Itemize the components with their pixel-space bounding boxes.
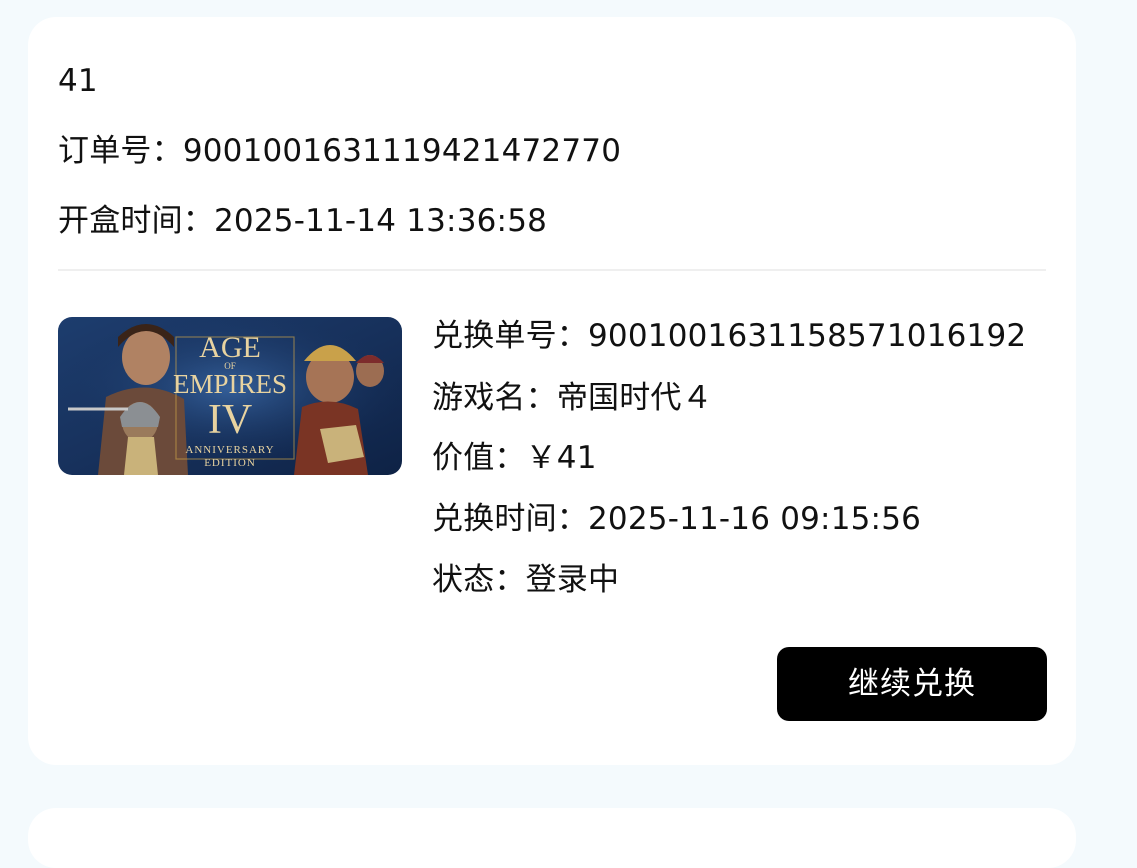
cover-subtitle-anniversary: ANNIVERSARY [185,444,274,456]
next-order-card [28,808,1076,868]
status-value: 登录中 [525,562,620,598]
order-number-value: 90010016311194214727​70 [182,133,622,169]
status-label: 状态： [432,562,526,598]
open-time-label: 开盒时间： [58,203,214,239]
open-time-value: 2025-11-14 13:36:58 [214,203,548,239]
redeem-time-row: 兑换时间：2025-11-16 09:15:56 [432,499,921,539]
status-row: 状态：登录中 [432,560,619,600]
game-name-label: 游戏名： [432,380,557,416]
game-name-value: 帝国时代４ [556,380,713,416]
open-time-row: 开盒时间：2025-11-14 13:36:58 [58,201,547,241]
redeem-time-label: 兑换时间： [432,501,588,537]
redeem-number-label: 兑换单号： [432,318,588,354]
cover-title-iv: IV [208,397,252,443]
value-label: 价值： [432,440,526,476]
redeem-number-row: 兑换单号：90010016311585710161​92 [432,316,1026,356]
game-name-row: 游戏名：帝国时代４ [432,378,713,418]
game-cover-image: AGE OF EMPIRES IV ANNIVERSARY EDITION [58,317,402,475]
order-number-label: 订单号： [58,133,183,169]
cover-title-empires: EMPIRES [173,369,287,399]
continue-redeem-button[interactable]: 继续兑换 [777,647,1047,721]
redeem-time-value: 2025-11-16 09:15:56 [588,501,922,537]
cover-title-age: AGE [199,331,261,364]
order-amount: 41 [58,63,98,99]
cover-subtitle-edition: EDITION [204,457,256,469]
order-number-row: 订单号：90010016311194214727​70 [58,131,621,171]
divider [58,269,1046,271]
order-card: 41 订单号：90010016311194214727​70 开盒时间：2025… [28,17,1076,765]
value-amount: ￥41 [525,440,597,476]
redeem-number-value: 90010016311585710161​92 [588,318,1027,354]
value-row: 价值：￥41 [432,438,597,478]
